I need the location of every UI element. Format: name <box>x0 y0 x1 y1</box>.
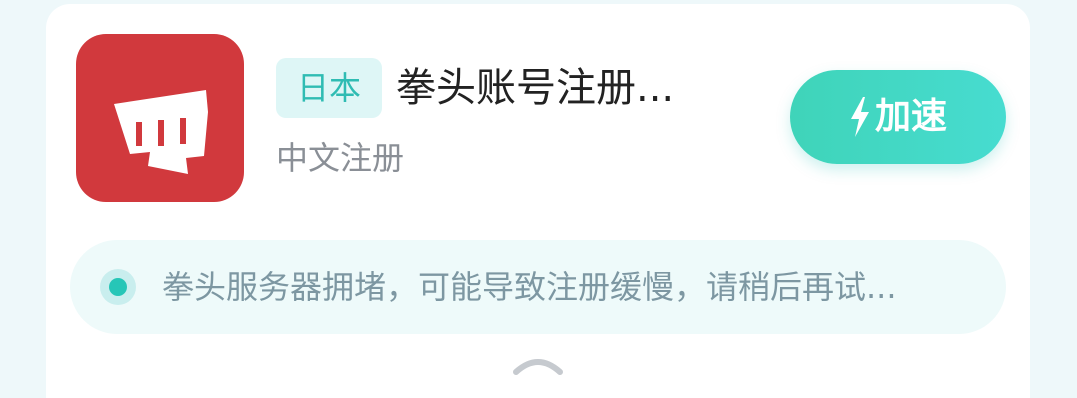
lightning-bolt-icon <box>850 97 869 137</box>
game-title: 拳头账号注册... <box>396 65 675 111</box>
accelerate-button-label: 加速 <box>874 96 947 137</box>
chevron-up-icon[interactable] <box>508 348 568 378</box>
accelerate-button[interactable]: 加速 <box>790 70 1006 164</box>
region-badge: 日本 <box>276 58 382 118</box>
riot-fist-icon[interactable] <box>76 34 244 202</box>
notice-bar: 拳头服务器拥堵，可能导致注册缓慢，请稍后再试... <box>70 240 1006 334</box>
notice-text: 拳头服务器拥堵，可能导致注册缓慢，请稍后再试... <box>162 268 897 306</box>
game-subtitle: 中文注册 <box>276 139 405 177</box>
status-dot-icon <box>100 269 136 305</box>
